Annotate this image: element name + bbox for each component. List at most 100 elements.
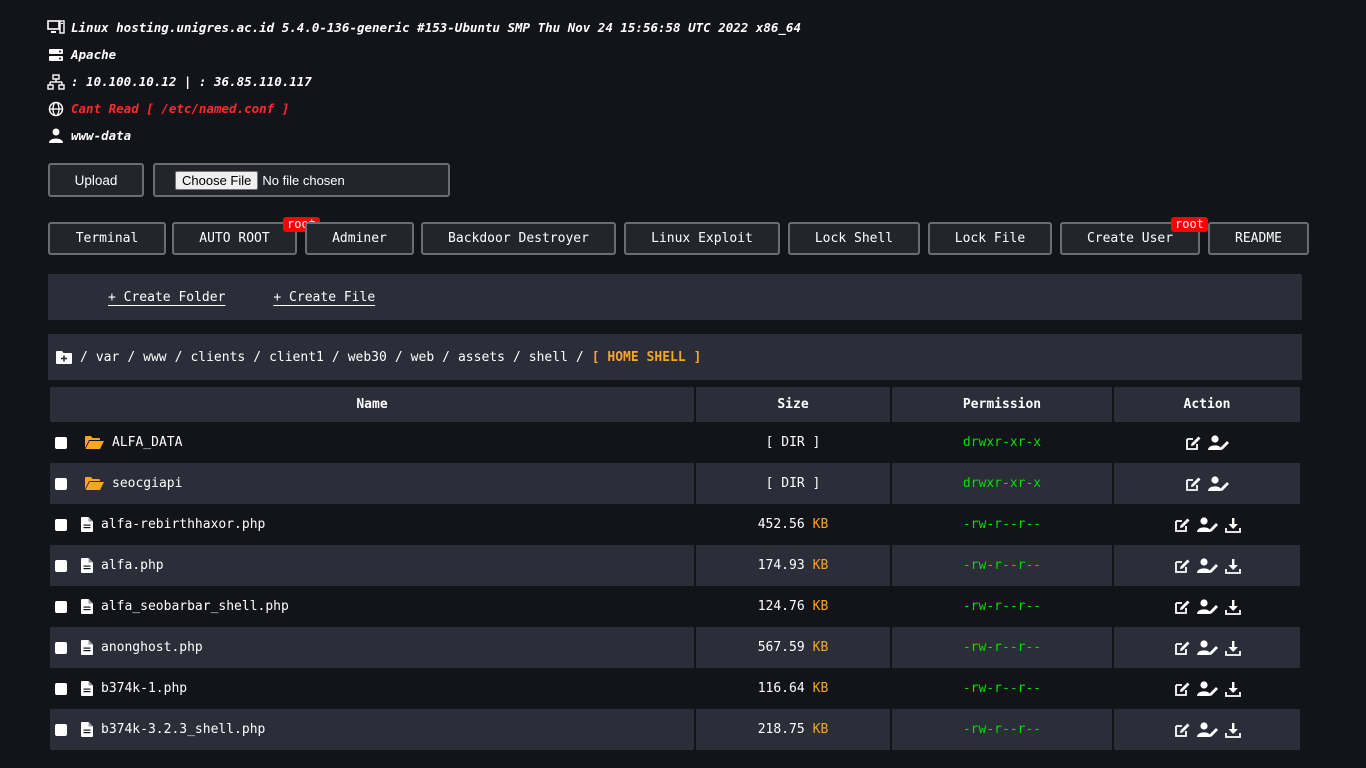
table-row: b374k-1.php 116.64 KB -rw-r--r--: [50, 668, 1300, 709]
row-checkbox[interactable]: [55, 600, 67, 613]
monitor-icon: [47, 20, 65, 36]
path-segment-assets[interactable]: assets: [458, 350, 505, 365]
file-name-link[interactable]: b374k-1.php: [101, 681, 187, 696]
download-icon[interactable]: [1224, 599, 1241, 615]
path-segment-www[interactable]: www: [143, 350, 166, 365]
edit-icon[interactable]: [1174, 599, 1191, 615]
user-icon: [47, 128, 65, 144]
path-segment-shell[interactable]: shell: [529, 350, 568, 365]
path-segment-clients[interactable]: clients: [190, 350, 245, 365]
path-segment-web[interactable]: web: [411, 350, 434, 365]
path-segment-client1[interactable]: client1: [269, 350, 324, 365]
edit-icon[interactable]: [1174, 681, 1191, 697]
row-checkbox[interactable]: [55, 682, 67, 695]
path-separator: /: [512, 349, 521, 365]
permission-value[interactable]: -rw-r--r--: [963, 558, 1041, 573]
edit-icon[interactable]: [1174, 640, 1191, 656]
file-name-link[interactable]: alfa_seobarbar_shell.php: [101, 599, 289, 614]
edit-icon[interactable]: [1174, 722, 1191, 738]
path-separator: /: [394, 349, 403, 365]
path-segment-var[interactable]: var: [96, 350, 119, 365]
file-name-link[interactable]: anonghost.php: [101, 640, 203, 655]
row-checkbox[interactable]: [55, 641, 67, 654]
action-cell: [1114, 463, 1300, 504]
permission-value[interactable]: -rw-r--r--: [963, 681, 1041, 696]
download-icon[interactable]: [1224, 681, 1241, 697]
size-value: 116.64: [757, 681, 805, 696]
size-value: [ DIR ]: [765, 476, 821, 491]
row-checkbox[interactable]: [55, 477, 67, 490]
row-checkbox[interactable]: [55, 559, 67, 572]
row-checkbox[interactable]: [55, 518, 67, 531]
permission-value[interactable]: drwxr-xr-x: [963, 435, 1041, 450]
permission-cell: -rw-r--r--: [892, 627, 1112, 668]
download-icon[interactable]: [1224, 517, 1241, 533]
chown-user-icon[interactable]: [1196, 598, 1219, 615]
file-name-link[interactable]: b374k-3.2.3_shell.php: [101, 722, 265, 737]
create-user-button[interactable]: Create User root: [1060, 217, 1208, 255]
name-cell: ALFA_DATA: [50, 422, 694, 463]
action-cell: [1114, 586, 1300, 627]
chown-user-icon[interactable]: [1207, 434, 1230, 451]
permission-value[interactable]: -rw-r--r--: [963, 640, 1041, 655]
size-cell: 116.64 KB: [696, 668, 890, 709]
size-cell: 124.76 KB: [696, 586, 890, 627]
permission-value[interactable]: -rw-r--r--: [963, 517, 1041, 532]
action-cell: [1114, 668, 1300, 709]
row-checkbox[interactable]: [55, 723, 67, 736]
action-cell: [1114, 709, 1300, 750]
chown-user-icon[interactable]: [1196, 639, 1219, 656]
choose-file-button[interactable]: Choose File: [175, 170, 259, 190]
backdoor-destroyer-button[interactable]: Backdoor Destroyer: [421, 222, 616, 255]
name-cell: alfa-rebirthhaxor.php: [50, 504, 694, 545]
download-icon[interactable]: [1224, 722, 1241, 738]
create-folder-link[interactable]: + Create Folder: [108, 290, 225, 305]
header-permission: Permission: [892, 387, 1112, 422]
action-cell: [1114, 627, 1300, 668]
chown-user-icon[interactable]: [1196, 516, 1219, 533]
system-info-line: Linux hosting.unigres.ac.id 5.4.0-136-ge…: [47, 14, 801, 41]
edit-icon[interactable]: [1174, 517, 1191, 533]
table-row: anonghost.php 567.59 KB -rw-r--r--: [50, 627, 1300, 668]
auto-root-button[interactable]: AUTO ROOT root: [172, 217, 320, 255]
download-icon[interactable]: [1224, 558, 1241, 574]
home-shell-link[interactable]: [ HOME SHELL ]: [592, 350, 702, 365]
size-unit: KB: [812, 558, 829, 573]
chown-user-icon[interactable]: [1196, 557, 1219, 574]
folder-plus-icon[interactable]: [56, 350, 72, 364]
lock-shell-button[interactable]: Lock Shell: [788, 222, 920, 255]
file-name-link[interactable]: alfa-rebirthhaxor.php: [101, 517, 265, 532]
lock-file-button[interactable]: Lock File: [928, 222, 1052, 255]
edit-icon[interactable]: [1185, 435, 1202, 451]
chown-user-icon[interactable]: [1196, 721, 1219, 738]
file-input[interactable]: Choose File No file chosen: [153, 163, 450, 197]
file-name-link[interactable]: seocgiapi: [112, 476, 182, 491]
auto-root-label: AUTO ROOT: [199, 231, 270, 246]
edit-icon[interactable]: [1185, 476, 1202, 492]
permission-value[interactable]: -rw-r--r--: [963, 599, 1041, 614]
header-size: Size: [696, 387, 890, 422]
path-segment-web30[interactable]: web30: [348, 350, 387, 365]
server-icon: [47, 47, 65, 63]
download-icon[interactable]: [1224, 640, 1241, 656]
chown-user-icon[interactable]: [1207, 475, 1230, 492]
chown-user-icon[interactable]: [1196, 680, 1219, 697]
adminer-button[interactable]: Adminer: [305, 222, 414, 255]
permission-cell: -rw-r--r--: [892, 709, 1112, 750]
row-checkbox[interactable]: [55, 436, 67, 449]
file-name-link[interactable]: alfa.php: [101, 558, 164, 573]
permission-value[interactable]: drwxr-xr-x: [963, 476, 1041, 491]
linux-exploit-button[interactable]: Linux Exploit: [624, 222, 780, 255]
header-name: Name: [50, 387, 694, 422]
size-cell: 567.59 KB: [696, 627, 890, 668]
file-name-link[interactable]: ALFA_DATA: [112, 435, 182, 450]
create-file-link[interactable]: + Create File: [273, 290, 375, 305]
permission-value[interactable]: -rw-r--r--: [963, 722, 1041, 737]
file-icon: [81, 640, 93, 655]
terminal-button[interactable]: Terminal: [48, 222, 166, 255]
header-action: Action: [1114, 387, 1300, 422]
edit-icon[interactable]: [1174, 558, 1191, 574]
table-row: seocgiapi [ DIR ] drwxr-xr-x: [50, 463, 1300, 504]
upload-button[interactable]: Upload: [48, 163, 144, 197]
readme-button[interactable]: README: [1208, 222, 1309, 255]
